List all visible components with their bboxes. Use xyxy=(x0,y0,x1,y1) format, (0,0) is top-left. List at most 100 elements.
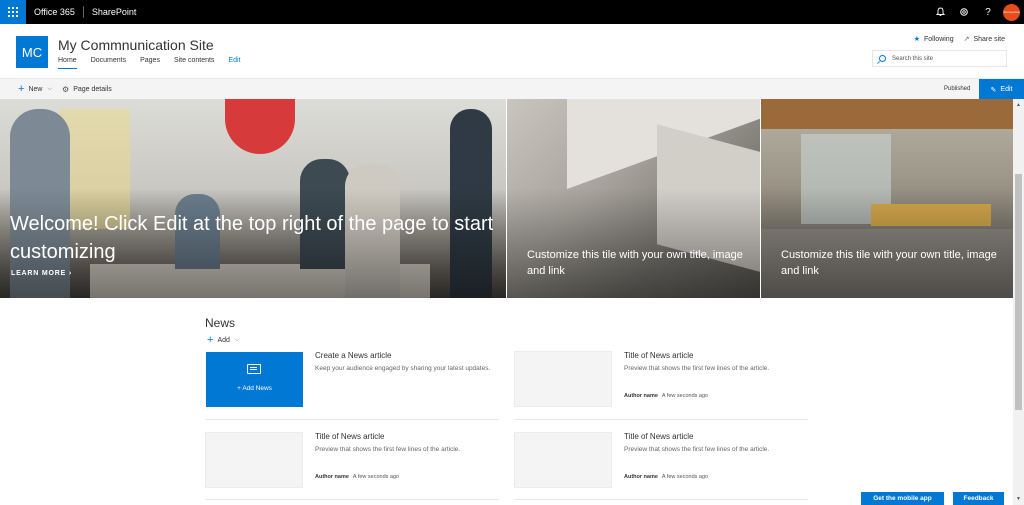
tile-shade xyxy=(507,188,760,298)
gear-icon: ⚙ xyxy=(62,85,70,94)
scroll-up-arrow-icon[interactable]: ▲ xyxy=(1013,99,1024,111)
avatar-text: Anonymous xyxy=(1003,10,1020,14)
get-mobile-app-button[interactable]: Get the mobile app xyxy=(861,492,944,505)
site-header: MC My Commnunication Site Home Documents… xyxy=(0,24,1024,78)
office365-link[interactable]: Office 365 xyxy=(26,0,83,24)
news-divider xyxy=(514,419,808,420)
following-button[interactable]: ★ Following xyxy=(913,35,954,44)
notifications-button[interactable] xyxy=(928,0,952,24)
wood-ceiling-image xyxy=(761,99,1013,129)
nav-documents[interactable]: Documents xyxy=(91,57,126,69)
suite-bar: Office 365 SharePoint ? Anonymous xyxy=(0,0,1024,24)
site-navigation: Home Documents Pages Site contents Edit xyxy=(58,57,254,69)
nav-site-contents[interactable]: Site contents xyxy=(174,57,214,69)
nav-home[interactable]: Home xyxy=(58,57,77,69)
hero-title: Welcome! Click Edit at the top right of … xyxy=(10,213,494,263)
page-details-button[interactable]: ⚙ Page details xyxy=(62,85,112,94)
news-author: Author name xyxy=(624,474,658,480)
news-time: A few seconds ago xyxy=(661,393,709,399)
add-news-tile[interactable]: + Add News xyxy=(206,352,303,407)
search-icon xyxy=(879,55,886,62)
settings-button[interactable] xyxy=(952,0,976,24)
tile-shade xyxy=(761,188,1013,298)
news-divider xyxy=(206,499,499,500)
learn-more-link[interactable]: LEARN MORE › xyxy=(11,270,72,277)
news-item-title[interactable]: Title of News article xyxy=(624,351,694,360)
chevron-down-icon: ⌵ xyxy=(234,337,240,343)
news-item-title[interactable]: Title of News article xyxy=(315,432,385,441)
gear-icon xyxy=(960,8,968,16)
news-item-title[interactable]: Title of News article xyxy=(624,432,694,441)
hero-web-part: Welcome! Click Edit at the top right of … xyxy=(0,99,1013,298)
new-label: New xyxy=(28,86,43,93)
suite-actions: ? Anonymous xyxy=(928,0,1024,24)
app-launcher-button[interactable] xyxy=(0,0,26,24)
tile-text: Customize this tile with your own title,… xyxy=(527,249,743,277)
site-logo[interactable]: MC xyxy=(16,36,48,68)
add-news-label: + Add News xyxy=(237,385,272,392)
edit-page-button[interactable]: ✎ Edit xyxy=(979,79,1024,100)
sharepoint-link[interactable]: SharePoint xyxy=(84,7,145,17)
search-placeholder: Search this site xyxy=(892,55,934,62)
news-author: Author name xyxy=(315,474,349,480)
news-thumbnail[interactable] xyxy=(514,432,612,488)
waffle-icon xyxy=(8,7,18,17)
edit-label: Edit xyxy=(1000,86,1013,93)
share-icon: ↗ xyxy=(963,36,970,43)
news-author: Author name xyxy=(624,393,658,399)
chevron-right-icon: › xyxy=(68,270,72,277)
following-label: Following xyxy=(924,35,954,43)
news-icon xyxy=(247,364,261,374)
page-scrollbar[interactable]: ▲ ▼ xyxy=(1013,99,1024,505)
bell-icon xyxy=(935,7,945,16)
news-add-label: Add xyxy=(217,337,230,344)
hero-tile-lobby[interactable]: Customize this tile with your own title,… xyxy=(761,99,1013,298)
command-bar: + New ⌵ ⚙ Page details Published ✎ Edit xyxy=(0,78,1024,100)
lamp-shade-image xyxy=(225,99,295,154)
nav-pages[interactable]: Pages xyxy=(140,57,160,69)
feedback-button[interactable]: Feedback xyxy=(953,492,1004,505)
create-news-body: Keep your audience engaged by sharing yo… xyxy=(315,365,491,372)
scroll-down-arrow-icon[interactable]: ▼ xyxy=(1013,493,1024,505)
share-site-button[interactable]: ↗ Share site xyxy=(963,35,1005,44)
news-item-preview: Preview that shows the first few lines o… xyxy=(624,365,770,372)
news-item-meta: Author name A few seconds ago xyxy=(624,393,708,399)
question-icon: ? xyxy=(985,6,991,18)
news-section-title: News xyxy=(205,316,236,330)
add-news-text: Add News xyxy=(242,385,272,392)
create-news-title[interactable]: Create a News article xyxy=(315,351,391,360)
news-add-button[interactable]: + Add ⌵ xyxy=(207,335,239,346)
share-site-label: Share site xyxy=(973,35,1005,43)
pencil-icon: ✎ xyxy=(990,86,997,94)
site-title[interactable]: My Commnunication Site xyxy=(58,37,214,53)
news-item-preview: Preview that shows the first few lines o… xyxy=(315,446,461,453)
chevron-down-icon: ⌵ xyxy=(47,86,53,92)
tile-text: Customize this tile with your own title,… xyxy=(781,249,997,277)
publish-status: Published xyxy=(944,86,971,92)
news-time: A few seconds ago xyxy=(352,474,400,480)
site-search-box[interactable]: Search this site xyxy=(872,50,1007,67)
new-button[interactable]: + New ⌵ xyxy=(18,84,52,95)
star-icon: ★ xyxy=(913,36,921,43)
news-time: A few seconds ago xyxy=(661,474,709,480)
news-thumbnail[interactable] xyxy=(514,351,612,407)
user-avatar[interactable]: Anonymous xyxy=(1003,3,1020,21)
news-item-meta: Author name A few seconds ago xyxy=(624,474,708,480)
hero-main-tile[interactable]: Welcome! Click Edit at the top right of … xyxy=(0,99,506,298)
page-details-label: Page details xyxy=(73,86,112,93)
hero-tile-architecture[interactable]: Customize this tile with your own title,… xyxy=(507,99,760,298)
news-divider xyxy=(206,419,499,420)
learn-more-label: LEARN MORE xyxy=(11,270,67,277)
nav-edit-link[interactable]: Edit xyxy=(228,57,240,69)
sharepoint-page: Office 365 SharePoint ? Anonymous MC My … xyxy=(0,0,1024,505)
scroll-thumb[interactable] xyxy=(1015,174,1022,410)
plus-icon: + xyxy=(207,334,214,346)
news-divider xyxy=(514,499,808,500)
news-item-preview: Preview that shows the first few lines o… xyxy=(624,446,770,453)
plus-icon: + xyxy=(18,83,25,95)
news-item-meta: Author name A few seconds ago xyxy=(315,474,399,480)
command-bar-left: + New ⌵ ⚙ Page details xyxy=(18,79,122,100)
help-button[interactable]: ? xyxy=(976,0,1000,24)
news-thumbnail[interactable] xyxy=(205,432,303,488)
site-actions: ★ Following ↗ Share site xyxy=(904,35,1005,44)
